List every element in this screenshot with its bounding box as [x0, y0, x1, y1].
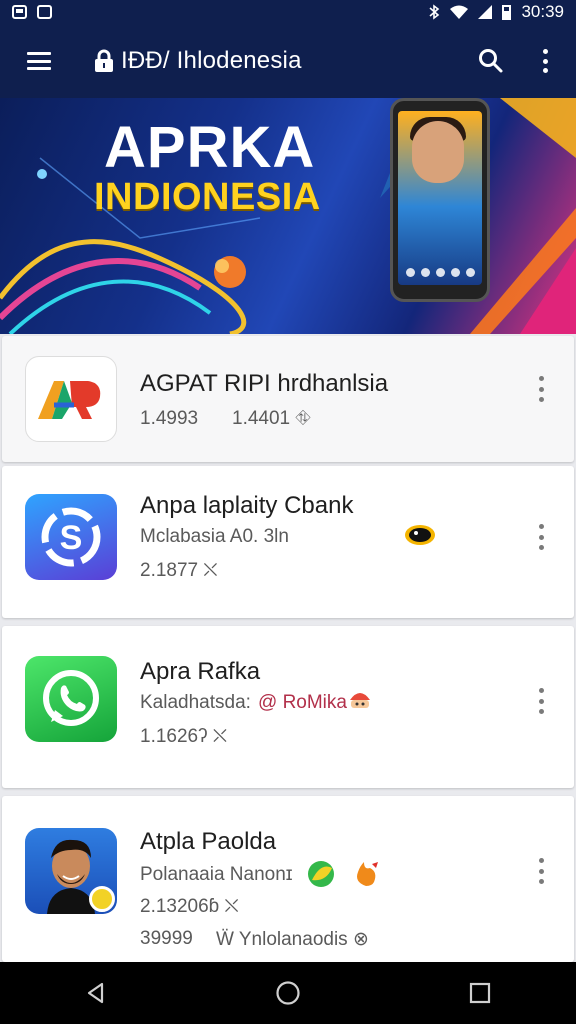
- banner-title: APRKA: [104, 115, 316, 180]
- search-icon[interactable]: [478, 48, 504, 74]
- lock-icon: [95, 49, 113, 72]
- app-name: Apra Rafka: [140, 658, 261, 685]
- app-stat: 1.4993: [140, 408, 199, 429]
- download-notification-icon: [37, 5, 52, 19]
- item-overflow-icon[interactable]: [538, 688, 544, 714]
- system-nav-bar: [0, 962, 576, 1024]
- wifi-icon: [450, 5, 469, 19]
- emoji-icon: [350, 693, 370, 708]
- status-bar: 30:39: [0, 0, 576, 24]
- app-title: IÐÐ/ Ihlodenesia: [121, 47, 302, 74]
- app-bar: IÐÐ/ Ihlodenesia: [0, 24, 576, 98]
- badge-icon: [89, 886, 115, 912]
- avatar-app-icon: [25, 828, 117, 914]
- home-icon[interactable]: [268, 973, 308, 1013]
- app-subtitle-accent: @ RoMika: [258, 692, 347, 713]
- battery-icon: [502, 4, 512, 20]
- item-overflow-icon[interactable]: [538, 376, 544, 402]
- app-logo-icon: [25, 356, 117, 442]
- hamburger-menu-icon[interactable]: [27, 52, 51, 70]
- whatsapp-icon: [25, 656, 117, 742]
- app-subtitle: Kaladhatsda:: [140, 692, 251, 713]
- gallery-notification-icon: [12, 5, 27, 19]
- signal-icon: [478, 5, 493, 19]
- app-name: Atpla Paolda: [140, 828, 277, 855]
- app-stat: Ẅ Ynlolanaodis ⊗: [216, 929, 369, 950]
- app-stat: 2.1877 ⛌: [140, 560, 218, 581]
- phone-screen: 30:39 IÐÐ/ Ihlodenesia APRKA INDIONESIA …: [0, 0, 576, 1024]
- bluetooth-icon: [429, 4, 440, 20]
- app-stat: 39999: [140, 928, 193, 949]
- banner-subtitle: INDIONESIA: [94, 176, 321, 218]
- app-stat: 1.1626ʔ ⛌: [140, 726, 228, 747]
- flame-icon: [357, 862, 378, 886]
- list-item[interactable]: Apra Rafka Kaladhatsda: @ RoMika 1.1626ʔ…: [2, 626, 574, 788]
- app-logo-icon: S: [25, 494, 117, 580]
- promo-banner[interactable]: APRKA INDIONESIA: [0, 98, 576, 334]
- recents-icon[interactable]: [460, 973, 500, 1013]
- back-icon[interactable]: [76, 973, 116, 1013]
- phone-illustration: [390, 98, 490, 302]
- app-stat: 1.4401 ⛗: [232, 408, 311, 429]
- svg-text:S: S: [60, 519, 83, 557]
- list-item[interactable]: AGPAT RIPI hrdhanlsia 1.4993 1.4401 ⛗: [2, 336, 574, 462]
- emoji-icon: [405, 525, 435, 545]
- app-subtitle: Mclabasia A0. 3ln: [140, 526, 289, 547]
- app-subtitle: Polanaaia Nanonɪ: [140, 864, 293, 885]
- list-item[interactable]: S Anpa laplaity Cbank Mclabasia A0. 3ln …: [2, 466, 574, 618]
- leaf-icon: [308, 861, 334, 887]
- list-item[interactable]: Atpla Paolda Polanaaia Nanonɪ 2.13206ɓ ⛌…: [2, 796, 574, 962]
- status-time: 30:39: [521, 2, 564, 21]
- app-name: Anpa laplaity Cbank: [140, 492, 354, 519]
- overflow-menu-icon[interactable]: [542, 49, 548, 73]
- app-name: AGPAT RIPI hrdhanlsia: [140, 370, 389, 397]
- item-overflow-icon[interactable]: [538, 858, 544, 884]
- item-overflow-icon[interactable]: [538, 524, 544, 550]
- app-stat: 2.13206ɓ ⛌: [140, 896, 239, 917]
